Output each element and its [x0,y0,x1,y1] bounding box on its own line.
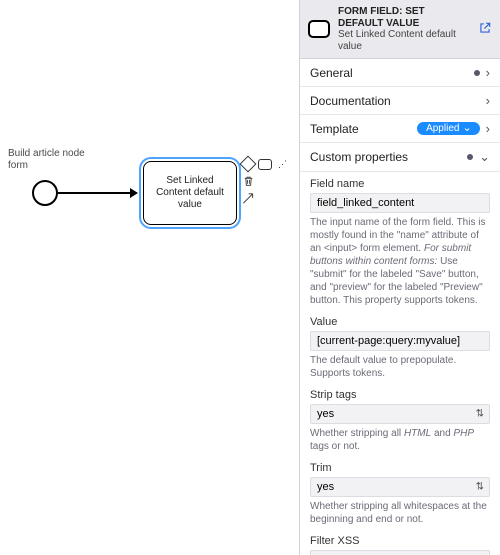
connect-icon[interactable] [241,191,255,205]
trim-group: Trim Whether stripping all whitespaces a… [310,462,490,526]
section-custom-properties[interactable]: Custom properties ⌄ [300,143,500,172]
dot-icon [467,154,473,160]
field-name-input[interactable] [310,193,490,213]
sequence-flow[interactable] [58,192,136,194]
template-applied-badge[interactable]: Applied [417,122,480,135]
header-title: Set Linked Content default value [338,29,470,52]
append-gateway-icon[interactable] [241,157,255,171]
section-label: Documentation [310,94,391,108]
properties-panel: FORM FIELD: SET DEFAULT VALUE Set Linked… [299,0,500,555]
filter-xss-select[interactable] [310,550,490,555]
field-label: Trim [310,462,490,474]
field-label: Strip tags [310,389,490,401]
section-label: General [310,66,353,80]
section-documentation[interactable]: Documentation › [300,87,500,115]
context-pad: ⋰ [241,157,293,208]
open-external-icon[interactable] [478,21,492,38]
value-input[interactable] [310,331,490,351]
strip-tags-group: Strip tags Whether stripping all HTML an… [310,389,490,453]
field-name-help: The input name of the form field. This i… [310,216,490,307]
value-help: The default value to prepopulate. Suppor… [310,354,490,380]
filter-xss-group: Filter XSS Additionally filters out poss… [310,535,490,555]
panel-header: FORM FIELD: SET DEFAULT VALUE Set Linked… [300,0,500,59]
chevron-down-icon: ⌄ [479,149,490,165]
field-name-group: Field name The input name of the form fi… [310,178,490,307]
start-event-label: Build article node form [8,148,88,171]
chevron-right-icon: › [486,93,490,108]
bpmn-canvas[interactable]: Build article node form Set Linked Conte… [0,0,299,555]
section-general[interactable]: General › [300,59,500,87]
task-node-label: Set Linked Content default value [148,175,232,211]
custom-properties-body: Field name The input name of the form fi… [300,172,500,555]
header-overline: FORM FIELD: SET DEFAULT VALUE [338,6,470,29]
trim-help: Whether stripping all whitespaces at the… [310,500,490,526]
strip-tags-help: Whether stripping all HTML and PHP tags … [310,427,490,453]
trim-select[interactable] [310,477,490,497]
field-label: Field name [310,178,490,190]
section-template[interactable]: Template Applied › [300,115,500,143]
field-label: Filter XSS [310,535,490,547]
task-node[interactable]: Set Linked Content default value [143,161,237,225]
task-type-icon [308,20,330,38]
section-label: Template [310,122,359,136]
chevron-right-icon: › [486,121,490,136]
field-label: Value [310,316,490,328]
start-event[interactable] [32,180,58,206]
delete-icon[interactable] [241,174,255,188]
value-group: Value The default value to prepopulate. … [310,316,490,380]
chevron-right-icon: › [486,65,490,80]
dot-icon [474,70,480,76]
append-annotation-icon[interactable]: ⋰ [275,157,289,171]
section-label: Custom properties [310,150,408,164]
strip-tags-select[interactable] [310,404,490,424]
append-task-icon[interactable] [258,157,272,171]
